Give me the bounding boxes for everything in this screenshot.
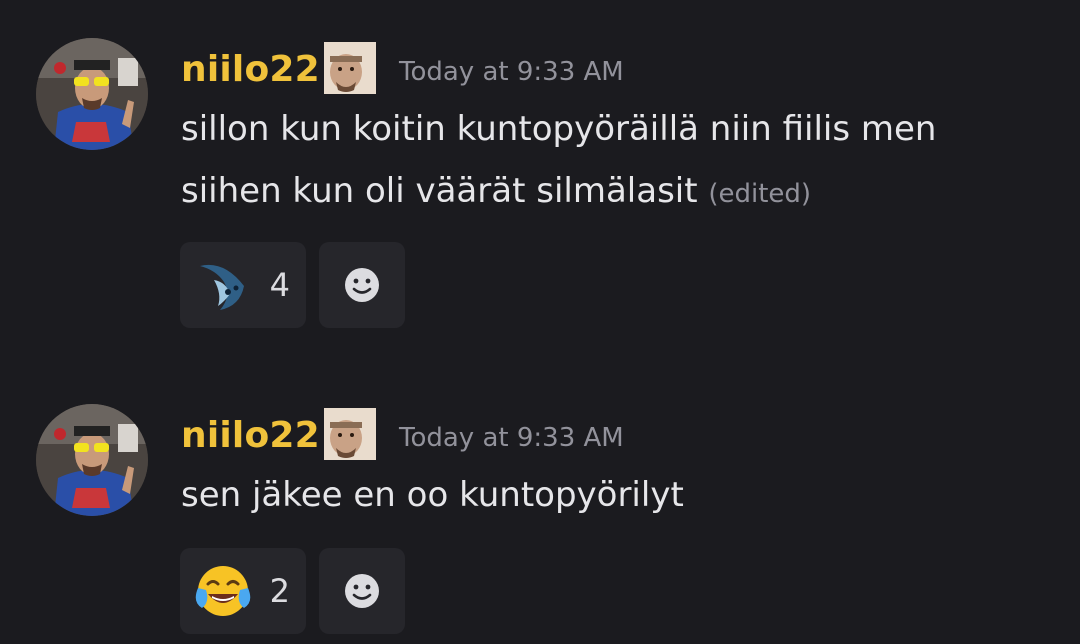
- message-line: sen jäkee en oo kuntopyörilyt: [181, 475, 684, 515]
- username[interactable]: niilo22: [181, 48, 320, 92]
- add-reaction-button[interactable]: [319, 548, 405, 634]
- message-line: siihen kun oli väärät silmälasit (edited…: [181, 171, 812, 211]
- message-line: sillon kun koitin kuntopyöräillä niin fi…: [181, 109, 937, 149]
- message-content: sen jäkee en oo kuntopyörilyt: [181, 464, 1061, 526]
- avatar[interactable]: [36, 404, 148, 516]
- message-header: niilo22 Today at 9:33 AM: [181, 404, 1061, 470]
- edited-label: (edited): [708, 179, 812, 209]
- username[interactable]: niilo22: [181, 414, 320, 458]
- role-icon[interactable]: [324, 408, 376, 460]
- message-content: sillon kun koitin kuntopyöräillä niin fi…: [181, 98, 1061, 225]
- dark-moon-creature-emoji: [194, 256, 252, 314]
- reaction-button[interactable]: 2: [180, 548, 306, 634]
- reaction-count: 4: [269, 266, 290, 304]
- smiley-face-icon: [338, 261, 386, 309]
- face-with-tears-of-joy-emoji: [194, 562, 252, 620]
- timestamp[interactable]: Today at 9:33 AM: [399, 422, 624, 454]
- timestamp[interactable]: Today at 9:33 AM: [399, 56, 624, 88]
- add-reaction-button[interactable]: [319, 242, 405, 328]
- role-icon[interactable]: [324, 42, 376, 94]
- avatar[interactable]: [36, 38, 148, 150]
- reaction-count: 2: [269, 572, 290, 610]
- message-header: niilo22 Today at 9:33 AM: [181, 38, 1061, 104]
- reaction-button[interactable]: 4: [180, 242, 306, 328]
- smiley-face-icon: [338, 567, 386, 615]
